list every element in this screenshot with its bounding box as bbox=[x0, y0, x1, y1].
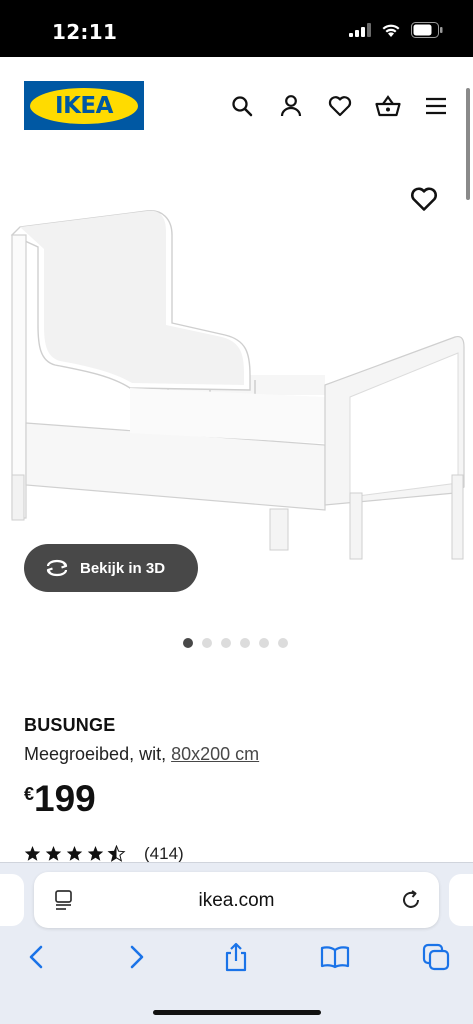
star-full-icon bbox=[87, 846, 104, 861]
tabs-icon[interactable] bbox=[421, 941, 451, 973]
status-time: 12:11 bbox=[52, 20, 118, 44]
bed-illustration bbox=[10, 210, 465, 560]
bookmarks-icon[interactable] bbox=[320, 941, 350, 973]
rotate-3d-icon bbox=[46, 559, 68, 577]
star-rating-icon bbox=[24, 845, 126, 862]
price-currency: € bbox=[24, 784, 35, 804]
save-to-wishlist-heart-icon[interactable] bbox=[410, 186, 438, 212]
view-in-3d-button[interactable]: Bekijk in 3D bbox=[24, 544, 198, 592]
star-full-icon bbox=[45, 846, 62, 861]
status-bar: 12:11 bbox=[0, 0, 473, 57]
logo-text: IKEA bbox=[55, 92, 113, 119]
cellular-signal-icon bbox=[349, 23, 371, 37]
size-link[interactable]: 80x200 cm bbox=[171, 744, 259, 764]
share-icon[interactable] bbox=[221, 941, 251, 973]
product-price: € 199 bbox=[24, 778, 96, 820]
forward-icon[interactable] bbox=[122, 941, 152, 973]
product-rating[interactable]: (414) bbox=[24, 844, 184, 864]
reload-icon[interactable] bbox=[399, 888, 423, 912]
carousel-pagination[interactable] bbox=[183, 638, 288, 648]
carousel-dot[interactable] bbox=[278, 638, 288, 648]
wifi-icon bbox=[382, 24, 400, 37]
star-full-icon bbox=[66, 846, 83, 861]
next-tab-peek[interactable] bbox=[449, 874, 473, 926]
address-bar[interactable]: ikea.com bbox=[34, 872, 439, 928]
ikea-logo[interactable]: IKEA bbox=[24, 81, 144, 130]
url-text: ikea.com bbox=[198, 890, 275, 911]
carousel-dot[interactable] bbox=[240, 638, 250, 648]
battery-icon bbox=[411, 22, 443, 38]
product-description: Meegroeibed, wit, 80x200 cm bbox=[24, 744, 259, 765]
heart-icon[interactable] bbox=[327, 93, 353, 119]
carousel-dot[interactable] bbox=[259, 638, 269, 648]
menu-icon[interactable] bbox=[423, 93, 449, 119]
price-value: 199 bbox=[34, 778, 96, 819]
star-full-icon bbox=[24, 846, 41, 861]
user-icon[interactable] bbox=[278, 93, 304, 119]
carousel-dot[interactable] bbox=[221, 638, 231, 648]
product-name: BUSUNGE bbox=[24, 715, 116, 735]
home-indicator bbox=[153, 1010, 321, 1015]
basket-icon[interactable] bbox=[375, 93, 401, 119]
back-icon[interactable] bbox=[21, 941, 51, 973]
product-type: Meegroeibed, wit, bbox=[24, 744, 167, 764]
browser-toolbar: ikea.com bbox=[0, 862, 473, 1024]
rating-count: (414) bbox=[144, 844, 184, 863]
carousel-dot[interactable] bbox=[183, 638, 193, 648]
carousel-dot[interactable] bbox=[202, 638, 212, 648]
site-header: IKEA bbox=[0, 57, 473, 157]
search-icon[interactable] bbox=[229, 93, 255, 119]
view-in-3d-label: Bekijk in 3D bbox=[80, 559, 166, 577]
product-image[interactable] bbox=[0, 175, 473, 575]
status-icons bbox=[349, 22, 443, 38]
previous-tab-peek[interactable] bbox=[0, 874, 24, 926]
